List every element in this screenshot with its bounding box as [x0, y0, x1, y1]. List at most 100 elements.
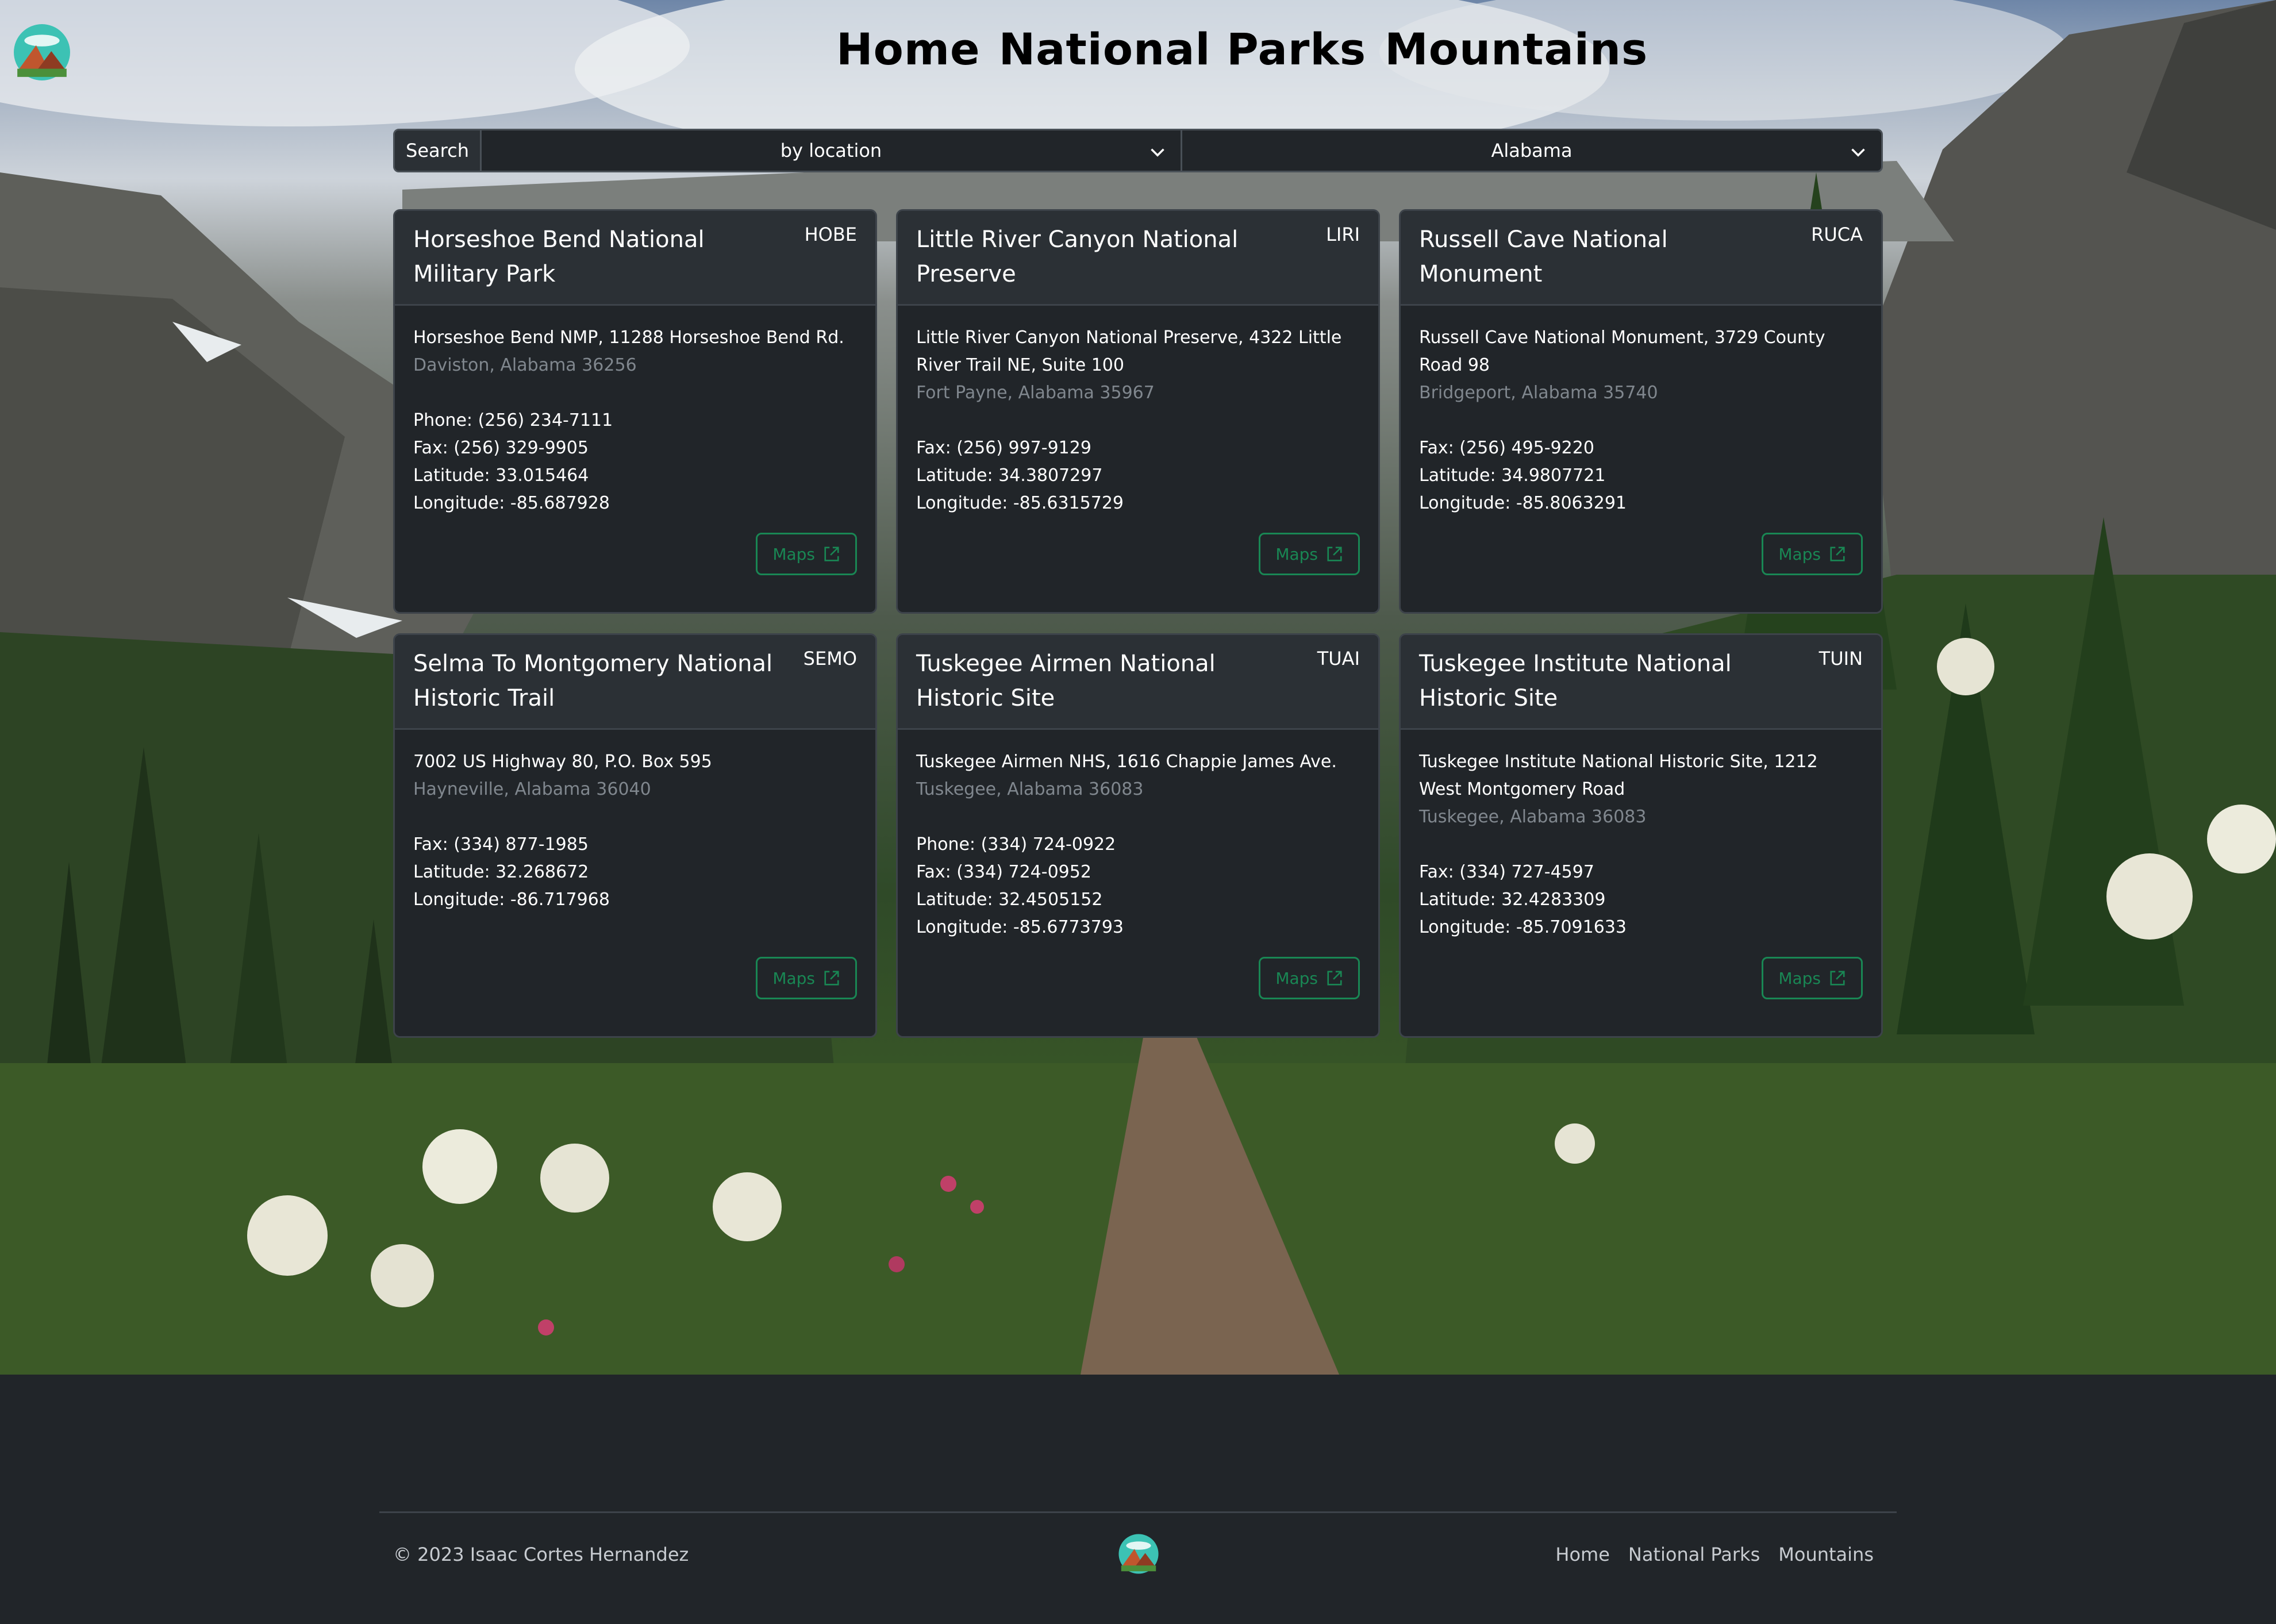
card-header: Horseshoe Bend National Military Park HO… [395, 211, 875, 306]
nav-national-parks-link[interactable]: National Parks [999, 24, 1367, 75]
footer-navigation: Home National Parks Mountains [1555, 1544, 1874, 1565]
park-city: Tuskegee, Alabama 36083 [916, 779, 1144, 799]
park-code: LIRI [1326, 224, 1360, 245]
park-card: Tuskegee Airmen National Historic Site T… [896, 633, 1380, 1038]
park-code: RUCA [1811, 224, 1863, 245]
park-code: TUAI [1317, 648, 1360, 669]
external-link-icon [1327, 971, 1342, 986]
footer-divider [379, 1511, 1897, 1513]
park-card: Selma To Montgomery National Historic Tr… [393, 633, 877, 1038]
park-address: Horseshoe Bend NMP, 11288 Horseshoe Bend… [413, 328, 844, 348]
search-label: Search [395, 130, 482, 171]
maps-button[interactable]: Maps [1762, 533, 1863, 575]
search-bar: Search by location Alabama [393, 129, 1883, 172]
card-body: Russell Cave National Monument, 3729 Cou… [1401, 306, 1881, 517]
park-latitude: Latitude: 34.9807721 [1419, 465, 1606, 486]
maps-button[interactable]: Maps [1259, 533, 1360, 575]
card-header: Russell Cave National Monument RUCA [1401, 211, 1881, 306]
card-body: Horseshoe Bend NMP, 11288 Horseshoe Bend… [395, 306, 875, 517]
chevron-down-icon [1851, 148, 1865, 157]
park-name: Horseshoe Bend National Military Park [413, 226, 705, 287]
park-name: Tuskegee Airmen National Historic Site [916, 651, 1216, 711]
maps-button[interactable]: Maps [756, 533, 857, 575]
nav-home-link[interactable]: Home [836, 24, 981, 75]
park-address: Russell Cave National Monument, 3729 Cou… [1419, 328, 1825, 375]
park-longitude: Longitude: -86.717968 [413, 890, 610, 910]
card-header: Tuskegee Institute National Historic Sit… [1401, 635, 1881, 730]
park-longitude: Longitude: -85.7091633 [1419, 917, 1627, 937]
external-link-icon [824, 547, 839, 561]
card-body: Tuskegee Airmen NHS, 1616 Chappie James … [898, 730, 1378, 941]
park-name: Tuskegee Institute National Historic Sit… [1419, 651, 1732, 711]
maps-button[interactable]: Maps [1259, 957, 1360, 999]
park-code: HOBE [804, 224, 857, 245]
park-name: Selma To Montgomery National Historic Tr… [413, 651, 773, 711]
park-city: Fort Payne, Alabama 35967 [916, 383, 1155, 403]
park-fax: Fax: (334) 877-1985 [413, 834, 589, 855]
park-fax: Fax: (256) 495-9220 [1419, 438, 1594, 458]
park-address: Tuskegee Airmen NHS, 1616 Chappie James … [916, 752, 1337, 772]
maps-button-label: Maps [1778, 544, 1821, 564]
footer-logo-icon[interactable] [1118, 1533, 1159, 1575]
park-address: Tuskegee Institute National Historic Sit… [1419, 752, 1818, 799]
park-longitude: Longitude: -85.687928 [413, 493, 610, 513]
card-body: Tuskegee Institute National Historic Sit… [1401, 730, 1881, 941]
park-card: Little River Canyon National Preserve LI… [896, 209, 1380, 614]
park-longitude: Longitude: -85.6315729 [916, 493, 1124, 513]
maps-button-label: Maps [772, 544, 815, 564]
external-link-icon [824, 971, 839, 986]
park-address: Little River Canyon National Preserve, 4… [916, 328, 1342, 375]
chevron-down-icon [1151, 148, 1164, 157]
park-city: Daviston, Alabama 36256 [413, 355, 637, 375]
park-address: 7002 US Highway 80, P.O. Box 595 [413, 752, 712, 772]
card-body: Little River Canyon National Preserve, 4… [898, 306, 1378, 517]
external-link-icon [1830, 547, 1845, 561]
card-header: Selma To Montgomery National Historic Tr… [395, 635, 875, 730]
park-latitude: Latitude: 34.3807297 [916, 465, 1103, 486]
footer-home-link[interactable]: Home [1555, 1544, 1610, 1565]
footer-mountains-link[interactable]: Mountains [1778, 1544, 1874, 1565]
card-header: Tuskegee Airmen National Historic Site T… [898, 635, 1378, 730]
park-longitude: Longitude: -85.6773793 [916, 917, 1124, 937]
footer-national-parks-link[interactable]: National Parks [1628, 1544, 1760, 1565]
park-name: Russell Cave National Monument [1419, 226, 1668, 287]
maps-button-label: Maps [1275, 544, 1318, 564]
state-select[interactable]: Alabama [1182, 130, 1881, 171]
park-name: Little River Canyon National Preserve [916, 226, 1239, 287]
park-code: TUIN [1819, 648, 1863, 669]
park-card: Russell Cave National Monument RUCA Russ… [1399, 209, 1883, 614]
park-card: Tuskegee Institute National Historic Sit… [1399, 633, 1883, 1038]
park-phone: Phone: (256) 234-7111 [413, 410, 613, 430]
maps-button-label: Maps [1275, 968, 1318, 988]
maps-button[interactable]: Maps [1762, 957, 1863, 999]
state-select-value: Alabama [1491, 140, 1573, 161]
park-code: SEMO [803, 648, 857, 669]
park-city: Tuskegee, Alabama 36083 [1419, 807, 1647, 827]
park-fax: Fax: (256) 329-9905 [413, 438, 589, 458]
park-card: Horseshoe Bend National Military Park HO… [393, 209, 877, 614]
park-fax: Fax: (256) 997-9129 [916, 438, 1091, 458]
park-longitude: Longitude: -85.8063291 [1419, 493, 1627, 513]
maps-button-label: Maps [1778, 968, 1821, 988]
park-latitude: Latitude: 32.4505152 [916, 890, 1103, 910]
search-mode-select[interactable]: by location [482, 130, 1182, 171]
search-mode-value: by location [780, 140, 882, 161]
footer-copyright: © 2023 Isaac Cortes Hernandez [393, 1544, 689, 1565]
park-phone: Phone: (334) 724-0922 [916, 834, 1116, 855]
park-latitude: Latitude: 32.268672 [413, 862, 589, 882]
external-link-icon [1830, 971, 1845, 986]
mountain-logo-icon[interactable] [13, 23, 71, 82]
park-fax: Fax: (334) 727-4597 [1419, 862, 1594, 882]
external-link-icon [1327, 547, 1342, 561]
nav-mountains-link[interactable]: Mountains [1385, 24, 1648, 75]
park-fax: Fax: (334) 724-0952 [916, 862, 1091, 882]
top-navigation: Home National Parks Mountains [836, 17, 1648, 80]
park-city: Bridgeport, Alabama 35740 [1419, 383, 1658, 403]
park-city: Hayneville, Alabama 36040 [413, 779, 651, 799]
maps-button[interactable]: Maps [756, 957, 857, 999]
park-latitude: Latitude: 32.4283309 [1419, 890, 1606, 910]
park-latitude: Latitude: 33.015464 [413, 465, 589, 486]
card-header: Little River Canyon National Preserve LI… [898, 211, 1378, 306]
card-body: 7002 US Highway 80, P.O. Box 595 Haynevi… [395, 730, 875, 914]
maps-button-label: Maps [772, 968, 815, 988]
